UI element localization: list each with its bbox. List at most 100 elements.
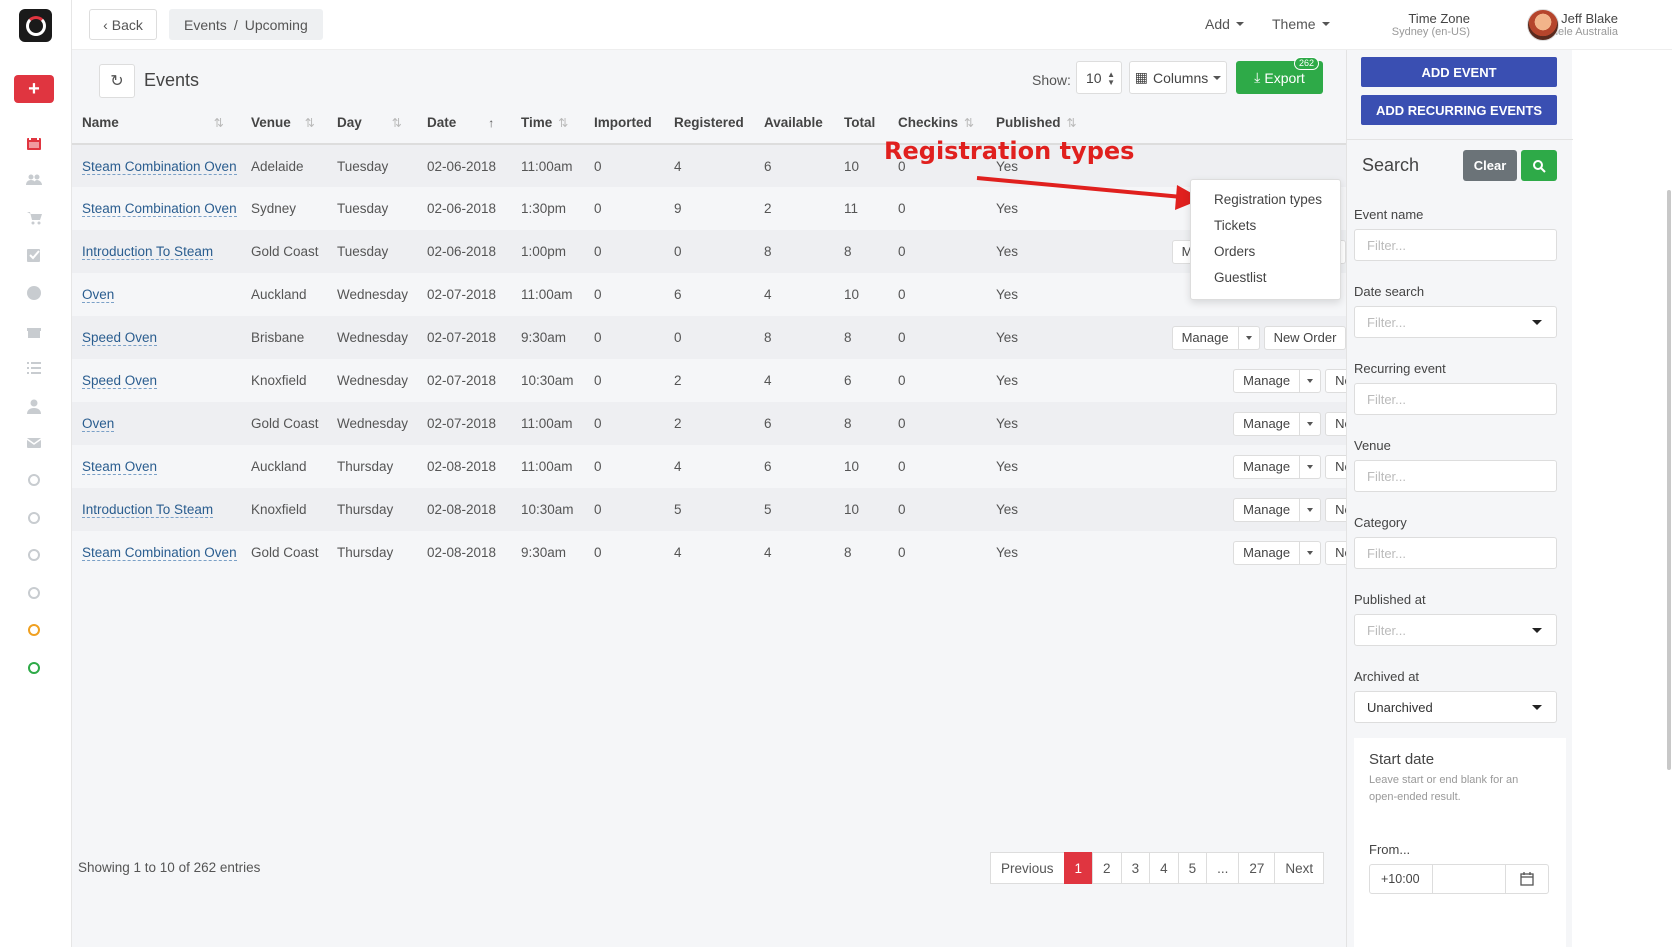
circle-icon[interactable] bbox=[24, 508, 44, 528]
checklist-icon[interactable] bbox=[24, 245, 44, 265]
add-event-button[interactable]: ADD EVENT bbox=[1361, 57, 1557, 87]
column-header-date[interactable]: Date ↑ bbox=[417, 102, 511, 145]
timezone-selector[interactable]: Time Zone Sydney (en-US) bbox=[1342, 11, 1470, 38]
gift-icon[interactable] bbox=[24, 321, 44, 341]
users-icon[interactable] bbox=[24, 170, 44, 190]
manage-dropdown-toggle[interactable] bbox=[1300, 540, 1322, 565]
scrollbar[interactable] bbox=[1667, 190, 1671, 770]
manage-dropdown-toggle[interactable] bbox=[1300, 411, 1322, 436]
cart-icon[interactable] bbox=[24, 208, 44, 228]
app-logo[interactable] bbox=[19, 9, 52, 42]
avatar[interactable] bbox=[1527, 9, 1559, 41]
event-name-link[interactable]: Steam Combination Oven bbox=[82, 201, 237, 217]
cell-name[interactable]: Steam Oven bbox=[72, 445, 241, 488]
event-name-link[interactable]: Speed Oven bbox=[82, 373, 158, 389]
globe-icon[interactable] bbox=[24, 283, 44, 303]
refresh-button[interactable]: ↻ bbox=[99, 64, 135, 98]
list-icon[interactable] bbox=[24, 358, 44, 378]
quick-add-button[interactable]: + bbox=[14, 75, 54, 103]
pager-page[interactable]: 1 bbox=[1063, 852, 1094, 884]
cell-name[interactable]: Introduction To Steam bbox=[72, 488, 241, 531]
new-order-button[interactable]: New Order bbox=[1263, 325, 1347, 350]
cell-name[interactable]: Steam Combination Oven bbox=[72, 144, 241, 187]
pager-page[interactable]: 27 bbox=[1238, 852, 1276, 884]
page-size-select[interactable]: 10 ▲ ▼ bbox=[1076, 61, 1122, 94]
circle-icon[interactable] bbox=[24, 583, 44, 603]
user-icon[interactable] bbox=[24, 396, 44, 416]
export-button[interactable]: ⤓ Export 262 bbox=[1236, 57, 1323, 94]
manage-button[interactable]: Manage bbox=[1233, 497, 1301, 522]
cell-name[interactable]: Oven bbox=[72, 402, 241, 445]
clear-button[interactable]: Clear bbox=[1463, 150, 1517, 181]
cell-name[interactable]: Introduction To Steam bbox=[72, 230, 241, 273]
circle-orange-icon[interactable] bbox=[24, 620, 44, 640]
pager-page[interactable]: 4 bbox=[1149, 852, 1179, 884]
manage-dropdown-toggle[interactable] bbox=[1238, 325, 1260, 350]
cell-total: 8 bbox=[834, 402, 888, 445]
pager-page[interactable]: 3 bbox=[1120, 852, 1151, 884]
circle-green-icon[interactable] bbox=[24, 658, 44, 678]
circle-icon[interactable] bbox=[24, 470, 44, 490]
caret-down-icon bbox=[1245, 336, 1252, 341]
column-header-venue[interactable]: Venue ⇅ bbox=[241, 102, 327, 145]
add-recurring-events-button[interactable]: ADD RECURRING EVENTS bbox=[1361, 95, 1557, 125]
caret-down-icon bbox=[1532, 320, 1542, 325]
event-name-link[interactable]: Steam Oven bbox=[82, 459, 158, 475]
menu-item-tickets[interactable]: Tickets bbox=[1191, 215, 1340, 241]
cell-name[interactable]: Oven bbox=[72, 273, 241, 316]
user-menu[interactable]: Jeff Blake Miele Australia bbox=[1500, 11, 1618, 38]
pager-next[interactable]: Next bbox=[1274, 852, 1325, 884]
manage-dropdown-toggle[interactable] bbox=[1300, 454, 1322, 479]
manage-button[interactable]: Manage bbox=[1233, 540, 1301, 565]
circle-icon[interactable] bbox=[24, 545, 44, 565]
manage-dropdown-toggle[interactable] bbox=[1300, 368, 1322, 393]
date-search-select[interactable]: Filter... bbox=[1354, 306, 1557, 338]
back-button[interactable]: ‹ Back bbox=[89, 9, 157, 40]
archived-at-select[interactable]: Unarchived bbox=[1354, 691, 1557, 723]
pager-page[interactable]: 5 bbox=[1177, 852, 1208, 884]
theme-menu-label: Theme bbox=[1272, 16, 1316, 32]
column-header-day[interactable]: Day ⇅ bbox=[327, 102, 417, 145]
logo-icon bbox=[25, 15, 46, 36]
category-input[interactable]: Filter... bbox=[1354, 537, 1557, 569]
cell-total: 8 bbox=[834, 316, 888, 359]
calendar-button[interactable] bbox=[1505, 864, 1549, 894]
cell-name[interactable]: Speed Oven bbox=[72, 359, 241, 402]
event-name-link[interactable]: Steam Combination Oven bbox=[82, 545, 237, 561]
from-timezone[interactable]: +10:00 bbox=[1369, 864, 1433, 894]
envelope-icon[interactable] bbox=[24, 433, 44, 453]
column-header-time[interactable]: Time ⇅ bbox=[511, 102, 584, 145]
cell-name[interactable]: Speed Oven bbox=[72, 316, 241, 359]
manage-button[interactable]: Manage bbox=[1233, 454, 1301, 479]
search-button[interactable] bbox=[1521, 150, 1557, 181]
event-name-link[interactable]: Speed Oven bbox=[82, 330, 158, 346]
from-date-input[interactable] bbox=[1432, 864, 1506, 894]
pager-previous[interactable]: Previous bbox=[990, 852, 1065, 884]
cell-name[interactable]: Steam Combination Oven bbox=[72, 187, 241, 230]
column-header-name[interactable]: Name ⇅ bbox=[72, 102, 241, 145]
event-name-link[interactable]: Oven bbox=[82, 287, 115, 303]
cell-name[interactable]: Steam Combination Oven bbox=[72, 531, 241, 574]
menu-item-guestlist[interactable]: Guestlist bbox=[1191, 267, 1340, 293]
manage-button[interactable]: Manage bbox=[1233, 368, 1301, 393]
manage-button[interactable]: Manage bbox=[1171, 325, 1239, 350]
venue-input[interactable]: Filter... bbox=[1354, 460, 1557, 492]
menu-item-orders[interactable]: Orders bbox=[1191, 241, 1340, 267]
event-name-link[interactable]: Introduction To Steam bbox=[82, 244, 214, 260]
event-name-link[interactable]: Introduction To Steam bbox=[82, 502, 214, 518]
recurring-event-input[interactable]: Filter... bbox=[1354, 383, 1557, 415]
breadcrumb-events[interactable]: Events bbox=[184, 17, 227, 33]
manage-button[interactable]: Manage bbox=[1233, 411, 1301, 436]
columns-button[interactable]: ▦ Columns bbox=[1129, 61, 1227, 94]
theme-menu[interactable]: Theme bbox=[1272, 16, 1330, 32]
add-menu[interactable]: Add bbox=[1205, 16, 1244, 32]
pager-page[interactable]: 2 bbox=[1092, 852, 1122, 884]
manage-dropdown-toggle[interactable] bbox=[1300, 497, 1322, 522]
published-at-select[interactable]: Filter... bbox=[1354, 614, 1557, 646]
event-name-link[interactable]: Steam Combination Oven bbox=[82, 158, 237, 175]
cell-date: 02-07-2018 bbox=[417, 402, 511, 445]
event-name-link[interactable]: Oven bbox=[82, 416, 115, 432]
calendar-icon[interactable] bbox=[24, 133, 44, 153]
menu-item-registration-types[interactable]: Registration types bbox=[1191, 189, 1340, 215]
event-name-input[interactable]: Filter... bbox=[1354, 229, 1557, 261]
